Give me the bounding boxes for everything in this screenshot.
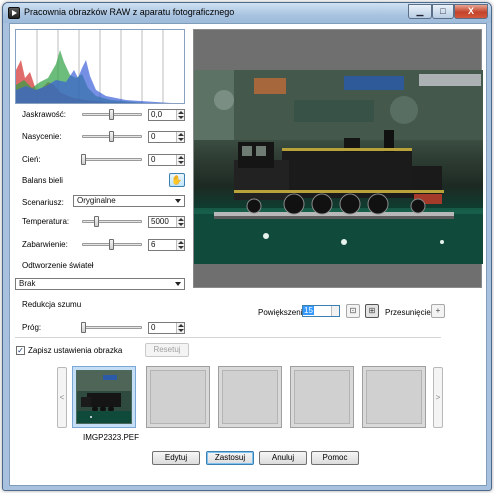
fit-icon: ⊡ xyxy=(349,306,357,315)
temperature-slider[interactable] xyxy=(82,220,142,223)
shadow-value: 0 xyxy=(151,155,156,164)
empty-thumbnail xyxy=(150,370,206,424)
tint-slider-thumb[interactable] xyxy=(109,239,114,250)
brightness-label: Jaskrawość: xyxy=(22,110,67,119)
fit-window-button[interactable]: ⊡ xyxy=(346,304,360,318)
filmstrip-prev-button[interactable]: < xyxy=(57,367,67,428)
preview-photo xyxy=(194,70,483,264)
zoom-spinbox[interactable]: 15 xyxy=(302,305,340,317)
image-preview[interactable] xyxy=(193,29,483,288)
one-to-one-icon: ⊞ xyxy=(368,306,376,315)
pan-label: Przesunięcie: xyxy=(385,308,434,317)
thumbnail-slot[interactable] xyxy=(218,366,282,428)
chevron-down-icon xyxy=(175,282,181,286)
save-settings-checkbox[interactable]: ✓ xyxy=(16,346,25,355)
chevron-down-icon xyxy=(175,199,181,203)
saturation-slider-thumb[interactable] xyxy=(109,131,114,142)
train-photo-graphic xyxy=(194,70,483,264)
filmstrip-next-button[interactable]: > xyxy=(433,367,443,428)
empty-thumbnail xyxy=(294,370,350,424)
edit-button[interactable]: Edytuj xyxy=(152,451,200,465)
actual-size-button[interactable]: ⊞ xyxy=(365,304,379,318)
white-balance-picker-button[interactable]: ✋ xyxy=(169,173,185,187)
pan-button[interactable]: + xyxy=(431,304,445,318)
app-icon xyxy=(8,7,20,19)
light-recovery-select[interactable]: Brak xyxy=(15,278,185,290)
saturation-value: 0 xyxy=(151,132,156,141)
apply-button[interactable]: Zastosuj xyxy=(206,451,254,465)
spin-arrows-icon[interactable] xyxy=(176,155,184,165)
white-balance-heading: Balans bieli xyxy=(22,176,63,185)
empty-thumbnail xyxy=(366,370,422,424)
spin-arrows-icon[interactable] xyxy=(331,306,339,316)
scenario-label: Scenariusz: xyxy=(22,198,64,207)
thumbnail-slot[interactable] xyxy=(146,366,210,428)
divider xyxy=(15,337,441,338)
close-button[interactable]: X xyxy=(454,4,488,19)
histogram-graph xyxy=(16,30,172,103)
plus-icon: + xyxy=(435,306,441,315)
tint-label: Zabarwienie: xyxy=(22,240,68,249)
empty-thumbnail xyxy=(222,370,278,424)
temperature-value: 5000 xyxy=(151,217,169,226)
brightness-value: 0,0 xyxy=(151,110,163,119)
brightness-spinbox[interactable]: 0,0 xyxy=(148,109,185,121)
reset-button[interactable]: Resetuj xyxy=(145,343,189,357)
save-settings-label[interactable]: Zapisz ustawienia obrazka xyxy=(28,346,122,355)
light-recovery-value: Brak xyxy=(19,279,36,288)
shadow-slider-thumb[interactable] xyxy=(81,154,86,165)
spin-arrows-icon[interactable] xyxy=(176,110,184,120)
tint-value: 6 xyxy=(151,240,156,249)
dialog-client-area: Jaskrawość: 0,0 Nasycenie: 0 Cień: 0 Bal… xyxy=(9,23,487,486)
spin-arrows-icon[interactable] xyxy=(176,240,184,250)
hand-icon: ✋ xyxy=(171,175,183,185)
saturation-label: Nasycenie: xyxy=(22,132,62,141)
spin-arrows-icon[interactable] xyxy=(176,323,184,333)
cancel-button[interactable]: Anuluj xyxy=(259,451,307,465)
checkmark-icon: ✓ xyxy=(17,346,24,355)
spin-arrows-icon[interactable] xyxy=(176,217,184,227)
spin-arrows-icon[interactable] xyxy=(176,132,184,142)
maximize-button[interactable]: □ xyxy=(432,4,454,19)
help-button[interactable]: Pomoc xyxy=(311,451,359,465)
shadow-slider[interactable] xyxy=(82,158,142,161)
threshold-value: 0 xyxy=(151,323,156,332)
histogram xyxy=(15,29,185,104)
raw-workshop-window: Pracownia obrazków RAW z aparatu fotogra… xyxy=(2,2,492,491)
thumbnail-photo-graphic xyxy=(77,371,131,423)
thumbnail-filename: IMGP2323.PEF xyxy=(83,433,140,442)
thumbnail-slot[interactable] xyxy=(290,366,354,428)
minimize-button[interactable]: ▁ xyxy=(408,4,432,19)
threshold-spinbox[interactable]: 0 xyxy=(148,322,185,334)
temperature-spinbox[interactable]: 5000 xyxy=(148,216,185,228)
threshold-slider-thumb[interactable] xyxy=(81,322,86,333)
scenario-value: Oryginalne xyxy=(77,196,116,205)
thumbnail-item[interactable] xyxy=(72,366,136,428)
temperature-slider-thumb[interactable] xyxy=(94,216,99,227)
brightness-slider-thumb[interactable] xyxy=(109,109,114,120)
scenario-select[interactable]: Oryginalne xyxy=(73,195,185,207)
threshold-slider[interactable] xyxy=(82,326,142,329)
noise-reduction-heading: Redukcja szumu xyxy=(22,300,82,309)
thumbnail-image xyxy=(76,370,132,424)
tint-spinbox[interactable]: 6 xyxy=(148,239,185,251)
threshold-label: Próg: xyxy=(22,323,42,332)
thumbnail-slot[interactable] xyxy=(362,366,426,428)
title-bar[interactable]: Pracownia obrazków RAW z aparatu fotogra… xyxy=(3,3,491,23)
light-recovery-heading: Odtworzenie świateł xyxy=(22,261,94,270)
window-title: Pracownia obrazków RAW z aparatu fotogra… xyxy=(24,7,235,17)
temperature-label: Temperatura: xyxy=(22,217,70,226)
saturation-spinbox[interactable]: 0 xyxy=(148,131,185,143)
zoom-value: 15 xyxy=(303,306,314,315)
shadow-label: Cień: xyxy=(22,155,41,164)
shadow-spinbox[interactable]: 0 xyxy=(148,154,185,166)
